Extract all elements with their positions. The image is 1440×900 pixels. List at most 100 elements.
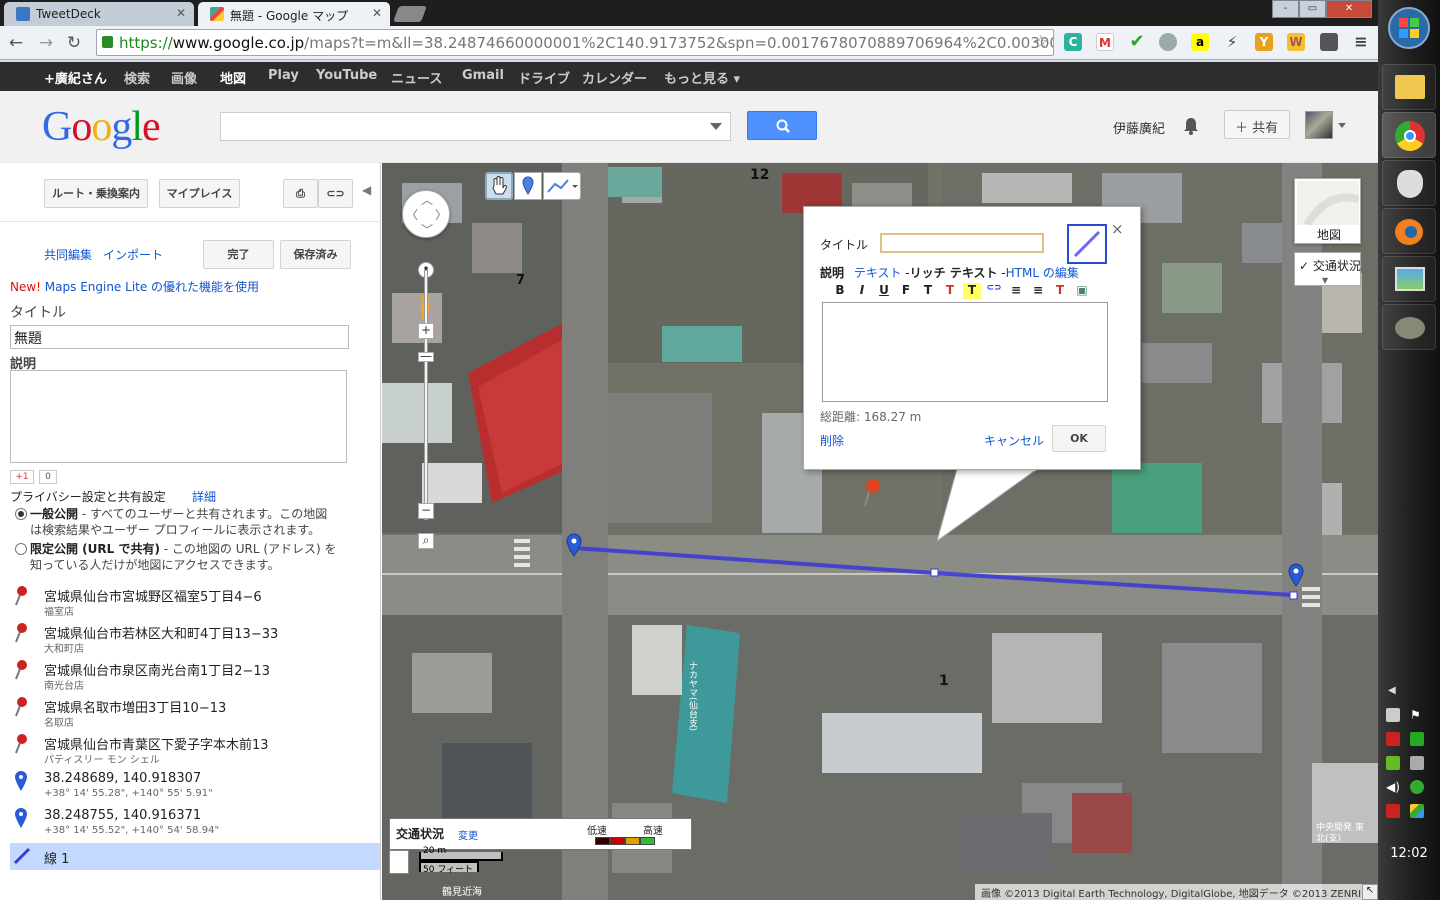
- maps-engine-promo[interactable]: New! Maps Engine Lite の優れた機能を使用: [10, 278, 259, 295]
- iw-title-field[interactable]: [880, 233, 1044, 253]
- gbar-youtube[interactable]: YouTube: [316, 68, 377, 83]
- account-dropdown-icon[interactable]: [1338, 123, 1346, 128]
- gimp-fox-icon[interactable]: [1382, 160, 1436, 206]
- collapse-panel-icon[interactable]: ◀: [362, 183, 371, 197]
- saved-button[interactable]: 保存済み: [280, 240, 351, 269]
- list-item[interactable]: 宮城県仙台市泉区南光台南1丁目2−13 南光台店: [0, 657, 381, 694]
- font-size-icon[interactable]: T: [919, 283, 937, 299]
- cancel-link[interactable]: キャンセル: [984, 432, 1044, 449]
- tab-tweetdeck[interactable]: TweetDeck ✕: [4, 2, 194, 26]
- c-icon[interactable]: C: [1064, 33, 1082, 51]
- w-icon[interactable]: W: [1287, 33, 1305, 51]
- zoom-out-button[interactable]: −: [418, 503, 434, 519]
- zoom-in-button[interactable]: +: [418, 323, 434, 339]
- limited-radio[interactable]: [15, 543, 27, 555]
- gbar-search[interactable]: 検索: [124, 68, 150, 87]
- share-button[interactable]: ＋ 共有: [1224, 110, 1290, 139]
- my-places-button[interactable]: マイプレイス: [159, 179, 240, 208]
- network-icon[interactable]: [1410, 756, 1424, 770]
- remove-format-icon[interactable]: T: [1051, 283, 1069, 299]
- line-style-button[interactable]: [1067, 224, 1107, 264]
- avatar[interactable]: [1305, 111, 1333, 139]
- blue-marker-icon[interactable]: [565, 533, 583, 563]
- bookmark-star-icon[interactable]: ☆: [1033, 32, 1049, 53]
- notification-bell-icon[interactable]: [1183, 117, 1199, 135]
- link-icon[interactable]: ⊂⊃: [985, 283, 1003, 299]
- gbar-drive[interactable]: ドライブ: [518, 68, 570, 87]
- google-logo[interactable]: Google: [42, 103, 161, 151]
- forward-icon[interactable]: →: [36, 33, 56, 53]
- print-button[interactable]: ⎙: [283, 179, 318, 208]
- security-icon[interactable]: [1410, 780, 1424, 794]
- mode-plain-link[interactable]: テキスト: [854, 266, 902, 280]
- magnifier-icon[interactable]: ⌕: [418, 533, 434, 549]
- list-item[interactable]: 38.248755, 140.916371 +38° 14' 55.52", +…: [0, 805, 381, 842]
- import-link[interactable]: インポート: [103, 246, 163, 263]
- gbar-profile[interactable]: +廣紀さん: [44, 68, 107, 87]
- italic-icon[interactable]: I: [853, 283, 871, 299]
- pan-right-icon[interactable]: 〉: [435, 206, 447, 223]
- steam-icon[interactable]: [1386, 708, 1400, 722]
- image-viewer-icon[interactable]: [1382, 256, 1436, 302]
- pan-left-icon[interactable]: 〈: [406, 206, 418, 223]
- mode-html-link[interactable]: HTML の編集: [1006, 266, 1079, 280]
- gbar-gmail[interactable]: Gmail: [462, 68, 504, 83]
- blue-marker-icon[interactable]: [1287, 563, 1305, 593]
- bold-icon[interactable]: B: [831, 283, 849, 299]
- image-icon[interactable]: ▣: [1073, 283, 1091, 299]
- address-bar[interactable]: https://www.google.co.jp/maps?t=m&ll=38.…: [96, 29, 1054, 56]
- taskbar-clock[interactable]: 12:02: [1378, 846, 1440, 861]
- traffic-change-link[interactable]: 変更: [458, 827, 478, 842]
- globe-icon[interactable]: [1159, 33, 1177, 51]
- traffic-dropdown-icon[interactable]: ▼: [1322, 276, 1328, 285]
- list-item[interactable]: 38.248689, 140.918307 +38° 14' 55.28", +…: [0, 768, 381, 805]
- draw-line-button[interactable]: [543, 172, 581, 200]
- add-marker-button[interactable]: [514, 172, 542, 200]
- volume-icon[interactable]: ◀): [1386, 780, 1400, 794]
- underline-icon[interactable]: U: [875, 283, 893, 299]
- tray-check-icon[interactable]: [1410, 732, 1424, 746]
- privacy-detail-link[interactable]: 詳細: [192, 488, 216, 505]
- tab-close-icon[interactable]: ✕: [372, 6, 382, 20]
- explorer-icon[interactable]: [1382, 64, 1436, 110]
- list-item[interactable]: 宮城県仙台市青葉区下愛子字本木前13 パティスリー モン シェル: [0, 731, 381, 768]
- minimize-button[interactable]: -: [1272, 0, 1299, 18]
- zoom-slider-handle[interactable]: —: [418, 350, 434, 362]
- title-field[interactable]: 無題: [10, 325, 349, 349]
- pan-down-icon[interactable]: ﹀: [421, 221, 433, 238]
- nvidia-icon[interactable]: [1386, 756, 1400, 770]
- link-button[interactable]: ⊂⊃: [318, 179, 353, 208]
- red-pushpin-icon[interactable]: [859, 478, 883, 508]
- zoom-slider-track[interactable]: [424, 270, 428, 520]
- amazon-icon[interactable]: a: [1191, 33, 1209, 51]
- reload-icon[interactable]: ↻: [64, 33, 84, 53]
- gbar-more[interactable]: もっと見る ▾: [664, 68, 740, 87]
- done-button[interactable]: 完了: [203, 240, 274, 269]
- numbered-list-icon[interactable]: ≡: [1007, 283, 1025, 299]
- user-name[interactable]: 伊藤廣紀: [1113, 118, 1165, 137]
- plusone-button[interactable]: +1: [10, 470, 34, 484]
- gimp-icon[interactable]: [1382, 304, 1436, 350]
- check-icon[interactable]: ✔: [1128, 33, 1146, 51]
- menu-icon[interactable]: ≡: [1352, 33, 1370, 51]
- gbar-images[interactable]: 画像: [171, 68, 197, 87]
- expand-map-icon[interactable]: ↖: [1362, 884, 1378, 900]
- new-tab-button[interactable]: [393, 6, 427, 22]
- close-icon[interactable]: ×: [1111, 220, 1124, 238]
- windows-start-icon[interactable]: [1387, 6, 1431, 50]
- flag-icon[interactable]: ⚑: [1410, 708, 1424, 722]
- gbar-calendar[interactable]: カレンダー: [582, 68, 647, 87]
- scale-toggle-icon[interactable]: [389, 850, 409, 874]
- close-window-button[interactable]: ✕: [1326, 0, 1372, 18]
- search-input[interactable]: [220, 112, 731, 141]
- acrobat-icon[interactable]: [1386, 804, 1400, 818]
- iw-description-editor[interactable]: [822, 302, 1108, 402]
- route-button[interactable]: ルート・乗換案内: [44, 179, 148, 208]
- hand-tool-button[interactable]: [485, 172, 513, 200]
- pan-control[interactable]: ︿ ﹀ 〈 〉: [402, 190, 450, 238]
- highlight-icon[interactable]: T: [963, 283, 981, 299]
- public-radio[interactable]: [15, 508, 27, 520]
- tray-app-icon[interactable]: [1386, 732, 1400, 746]
- pan-up-icon[interactable]: ︿: [421, 191, 433, 208]
- gbar-maps[interactable]: 地図: [220, 68, 246, 87]
